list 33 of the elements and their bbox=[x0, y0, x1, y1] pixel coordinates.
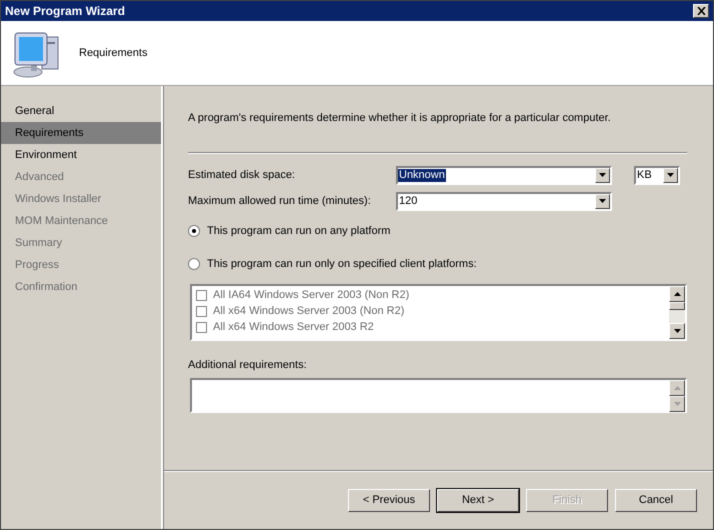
additional-requirements-field[interactable] bbox=[190, 378, 687, 413]
wizard-button[interactable]: Next > bbox=[437, 488, 519, 512]
field-label: Estimated disk space: bbox=[188, 169, 296, 181]
page-title: Requirements bbox=[79, 47, 148, 59]
sidebar-item[interactable]: Requirements bbox=[1, 122, 161, 144]
unit-combo[interactable]: KB bbox=[634, 166, 680, 184]
disk-space-combo[interactable]: Unknown bbox=[396, 166, 612, 184]
wizard-button[interactable]: Cancel bbox=[615, 488, 697, 512]
platform-label: All x64 Windows Server 2003 (Non R2) bbox=[213, 305, 404, 317]
platform-label: All x64 Windows Server 2003 R2 bbox=[213, 321, 374, 333]
close-icon bbox=[696, 7, 706, 15]
scroll-down-icon bbox=[674, 329, 680, 333]
scrollbar[interactable] bbox=[669, 380, 685, 411]
field-label: Maximum allowed run time (minutes): bbox=[188, 195, 372, 207]
run-time-combo[interactable]: 120 bbox=[396, 192, 612, 210]
field-label: Additional requirements: bbox=[188, 358, 308, 373]
dropdown-arrow-icon bbox=[599, 199, 606, 203]
dropdown-arrow-icon bbox=[599, 173, 606, 177]
window-title: New Program Wizard bbox=[5, 4, 125, 18]
platform-label: All IA64 Windows Server 2003 (Non R2) bbox=[213, 289, 410, 301]
scroll-up-icon bbox=[674, 292, 680, 296]
radio-button[interactable] bbox=[188, 258, 200, 270]
scroll-up-icon bbox=[674, 386, 680, 390]
close-button[interactable] bbox=[693, 4, 709, 18]
radio-button[interactable] bbox=[188, 224, 200, 236]
wizard-button[interactable]: < Previous bbox=[348, 488, 430, 512]
radio-label[interactable]: This program can run on any platform bbox=[207, 224, 390, 236]
description-text: A program's requirements determine whether it is appropriate for a particular computer. bbox=[188, 112, 612, 124]
sidebar-item[interactable]: Environment bbox=[1, 144, 161, 166]
dropdown-arrow-icon bbox=[667, 173, 674, 177]
scroll-down-icon bbox=[674, 402, 680, 406]
radio-label[interactable]: This program can run only on specified client platforms: bbox=[207, 258, 477, 270]
sidebar-item[interactable]: General bbox=[1, 100, 161, 122]
